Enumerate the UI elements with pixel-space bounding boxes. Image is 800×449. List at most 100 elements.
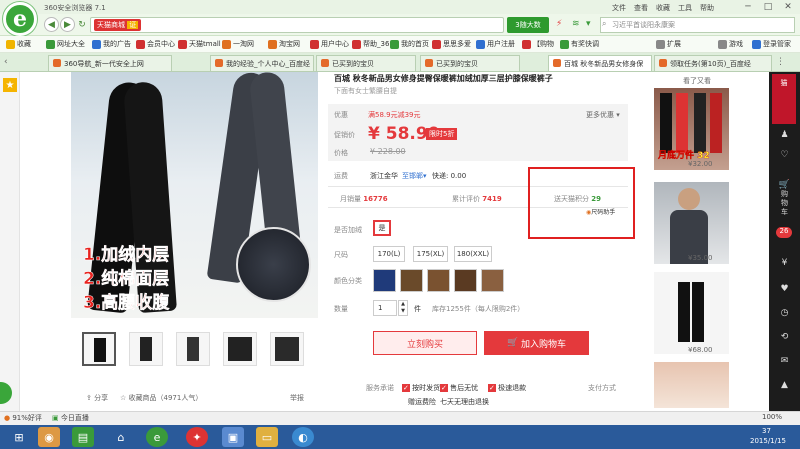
- bookmark-item[interactable]: 登录管家: [752, 39, 791, 49]
- bookmark-item[interactable]: 一淘网: [222, 39, 254, 49]
- status-live[interactable]: ▣ 今日直播: [52, 413, 89, 423]
- shopping-cart-button[interactable]: 🛒 购物车: [769, 180, 800, 217]
- search-engine-button[interactable]: 3随大数: [507, 17, 549, 33]
- color-swatch-4[interactable]: [454, 269, 477, 292]
- bookmark-item[interactable]: 扩展: [656, 39, 681, 49]
- tab-4[interactable]: 百城 秋冬新品男女修身保: [548, 55, 652, 71]
- bookmark-item[interactable]: 【购物: [522, 39, 554, 49]
- bookmark-item[interactable]: 淘宝网: [268, 39, 300, 49]
- size-option-xl[interactable]: 175(XL): [413, 246, 448, 262]
- recommend-item-1[interactable]: 月底万件 32: [654, 88, 729, 170]
- app-icon-4[interactable]: ▣: [222, 427, 244, 447]
- zoom-level[interactable]: 100%: [762, 413, 782, 421]
- status-rating-label: 91%好评: [12, 414, 42, 422]
- tmall-logo[interactable]: 猫: [772, 74, 796, 124]
- bookmark-item[interactable]: 网址大全: [46, 39, 85, 49]
- bookmark-item[interactable]: 天猫tmall: [178, 39, 221, 49]
- wifi-icon[interactable]: ≋: [572, 19, 580, 29]
- browser-logo[interactable]: e: [3, 2, 37, 36]
- bookmark-item[interactable]: 思思多爱: [432, 39, 471, 49]
- menu-help[interactable]: 帮助: [700, 3, 714, 13]
- color-swatch-2[interactable]: [400, 269, 423, 292]
- share-link[interactable]: ⇪ 分享: [86, 393, 108, 403]
- thumbnail-1[interactable]: [82, 332, 116, 366]
- app-icon-1[interactable]: ◉: [38, 427, 60, 447]
- asset-icon[interactable]: ¥: [769, 258, 800, 268]
- bookmark-item[interactable]: 游戏: [718, 39, 743, 49]
- recommend-title: 看了又看: [683, 77, 711, 85]
- tab-back-icon[interactable]: ‹: [4, 57, 8, 67]
- bookmark-item[interactable]: 帮助_36: [352, 39, 389, 49]
- fleece-option-yes[interactable]: 是: [373, 220, 391, 236]
- menu-favorites[interactable]: 收藏: [656, 3, 670, 13]
- tab-list-icon[interactable]: ⋮: [776, 57, 785, 67]
- status-rating[interactable]: ● 91%好评: [4, 413, 42, 423]
- bookmark-item[interactable]: 用户注册: [476, 39, 515, 49]
- chat-icon[interactable]: ✉: [769, 356, 800, 366]
- quantity-stepper[interactable]: ▲ ▼: [398, 300, 408, 316]
- buy-now-button[interactable]: 立刻购买: [373, 331, 477, 355]
- url-input[interactable]: [90, 17, 504, 33]
- minimize-button[interactable]: ─: [740, 0, 756, 14]
- refresh-button[interactable]: ↻: [76, 17, 88, 32]
- bookmark-item[interactable]: 收藏: [6, 39, 31, 49]
- favorite-star-icon[interactable]: ★: [3, 78, 17, 92]
- search-placeholder: 习近平首谈阳永康案: [612, 21, 675, 29]
- review-count[interactable]: 累计评价 7419: [452, 194, 502, 204]
- dropdown-icon[interactable]: ▾: [586, 19, 591, 29]
- ship-to-select[interactable]: 至邯郸▾: [402, 171, 427, 181]
- thumbnail-4[interactable]: [223, 332, 257, 366]
- size-option-xxl[interactable]: 180(XXL): [454, 246, 492, 262]
- more-promo-link[interactable]: 更多优惠 ▾: [586, 110, 620, 120]
- bookmark-item[interactable]: 我的首页: [390, 39, 429, 49]
- clock-icon[interactable]: ⟲: [769, 332, 800, 342]
- recommend-item-2[interactable]: [654, 182, 729, 264]
- bookmark-item[interactable]: 会员中心: [136, 39, 175, 49]
- bookmark-item[interactable]: 用户中心: [310, 39, 349, 49]
- size-option-l[interactable]: 170(L): [373, 246, 405, 262]
- size-label: 尺码: [334, 251, 348, 259]
- color-swatch-1[interactable]: [373, 269, 396, 292]
- recommend-item-3[interactable]: [654, 272, 729, 354]
- app-icon-5[interactable]: ◐: [292, 427, 314, 447]
- heart-icon[interactable]: ♡: [769, 150, 800, 160]
- tab-1[interactable]: 我的经验_个人中心_百度经: [210, 55, 314, 71]
- tab-5[interactable]: 领取任务(第10页)_百度经: [654, 55, 772, 71]
- color-swatch-5[interactable]: [481, 269, 504, 292]
- recommend-item-4[interactable]: [654, 362, 729, 408]
- thumbnail-5[interactable]: [270, 332, 304, 366]
- back-to-top-icon[interactable]: ▲: [769, 380, 800, 390]
- bookmark-label: 我的首页: [401, 40, 429, 48]
- bookmark-icon: [310, 39, 319, 49]
- color-swatch-3[interactable]: [427, 269, 450, 292]
- fire-icon[interactable]: ⚡: [556, 19, 562, 29]
- maximize-button[interactable]: □: [760, 0, 776, 14]
- tab-0[interactable]: 360导航_新一代安全上网: [48, 55, 172, 71]
- menu-tools[interactable]: 工具: [678, 3, 692, 13]
- history-icon[interactable]: ◷: [769, 308, 800, 318]
- add-to-cart-button[interactable]: 🛒 加入购物车: [484, 331, 589, 355]
- menu-view[interactable]: 查看: [634, 3, 648, 13]
- browser-taskbar-icon[interactable]: e: [146, 427, 168, 447]
- app-icon-2[interactable]: ▤: [72, 427, 94, 447]
- quantity-input[interactable]: 1: [373, 300, 397, 316]
- favorites-icon[interactable]: ♥: [769, 284, 800, 294]
- thumbnail-3[interactable]: [176, 332, 210, 366]
- folder-icon[interactable]: ▭: [256, 427, 278, 447]
- thumbnail-2[interactable]: [129, 332, 163, 366]
- bookmark-item[interactable]: 我的广告: [92, 39, 131, 49]
- menu-file[interactable]: 文件: [612, 3, 626, 13]
- home-icon[interactable]: ⌂: [110, 427, 132, 447]
- report-link[interactable]: 举报: [290, 393, 304, 403]
- close-button[interactable]: ✕: [780, 0, 796, 14]
- back-button[interactable]: ◀: [44, 17, 59, 32]
- tab-3[interactable]: 已买到的宝贝: [420, 55, 520, 71]
- favorite-product-link[interactable]: ☆ 收藏商品（4971人气）: [120, 393, 202, 403]
- bookmark-item[interactable]: 有奖快调: [560, 39, 599, 49]
- app-icon-3[interactable]: ✦: [186, 427, 208, 447]
- profile-icon[interactable]: ♟: [769, 130, 800, 140]
- tab-2[interactable]: 已买到的宝贝: [316, 55, 416, 71]
- windows-start-icon[interactable]: ⊞: [8, 427, 30, 447]
- forward-button[interactable]: ▶: [60, 17, 75, 32]
- dropdown-arrow-icon: ▾: [423, 172, 427, 180]
